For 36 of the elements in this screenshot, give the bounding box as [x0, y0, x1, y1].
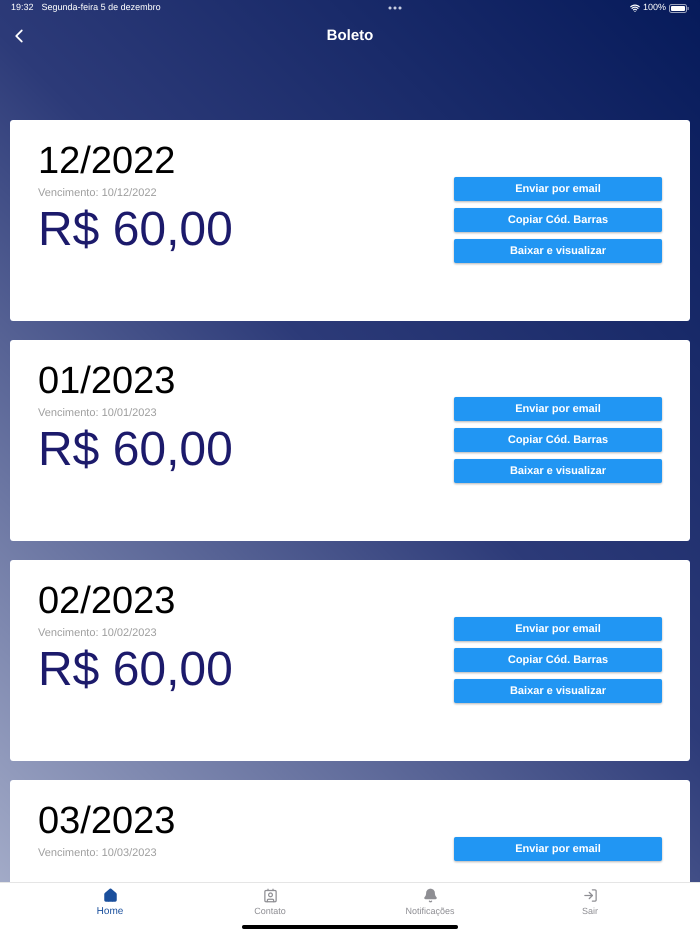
home-icon — [102, 888, 118, 903]
tab-item[interactable]: Contato — [220, 888, 320, 919]
tab-item[interactable]: Home — [60, 888, 160, 919]
action-button[interactable]: Baixar e visualizar — [454, 239, 662, 263]
contact-card-icon — [262, 888, 278, 903]
action-button[interactable]: Enviar por email — [454, 177, 662, 201]
amount: R$ 60,00 — [38, 202, 233, 258]
period-title: 02/2023 — [38, 580, 176, 622]
period-title: 12/2022 — [38, 140, 176, 182]
page-title: Boleto — [326, 26, 374, 46]
action-button[interactable]: Baixar e visualizar — [454, 679, 662, 703]
tab-item[interactable]: Sair — [540, 888, 640, 919]
action-button[interactable]: Copiar Cód. Barras — [454, 208, 662, 232]
more-dots-icon — [388, 6, 402, 10]
action-button[interactable]: Enviar por email — [454, 617, 662, 641]
wifi-icon — [630, 3, 640, 13]
period-title: 01/2023 — [38, 360, 176, 402]
amount: R$ 60,00 — [38, 422, 233, 478]
battery-icon — [669, 4, 689, 12]
action-button[interactable]: Baixar e visualizar — [454, 459, 662, 483]
due-date: Vencimento: 10/02/2023 — [38, 626, 158, 640]
status-date: Segunda-feira 5 de dezembro — [42, 1, 161, 14]
exit-icon — [582, 888, 598, 903]
due-date: Vencimento: 10/03/2023 — [38, 846, 158, 860]
due-date: Vencimento: 10/01/2023 — [38, 406, 158, 420]
action-button[interactable]: Enviar por email — [454, 837, 662, 861]
action-button[interactable]: Enviar por email — [454, 397, 662, 421]
period-title: 03/2023 — [38, 800, 176, 842]
amount: R$ 60,00 — [38, 642, 233, 698]
action-button[interactable]: Copiar Cód. Barras — [454, 648, 662, 672]
battery-level: 100% — [642, 1, 666, 14]
bell-icon — [422, 888, 438, 903]
action-button[interactable]: Copiar Cód. Barras — [454, 428, 662, 452]
due-date: Vencimento: 10/12/2022 — [38, 186, 158, 200]
status-time: 19:32 — [11, 1, 34, 14]
tab-item[interactable]: Notificações — [380, 888, 480, 919]
